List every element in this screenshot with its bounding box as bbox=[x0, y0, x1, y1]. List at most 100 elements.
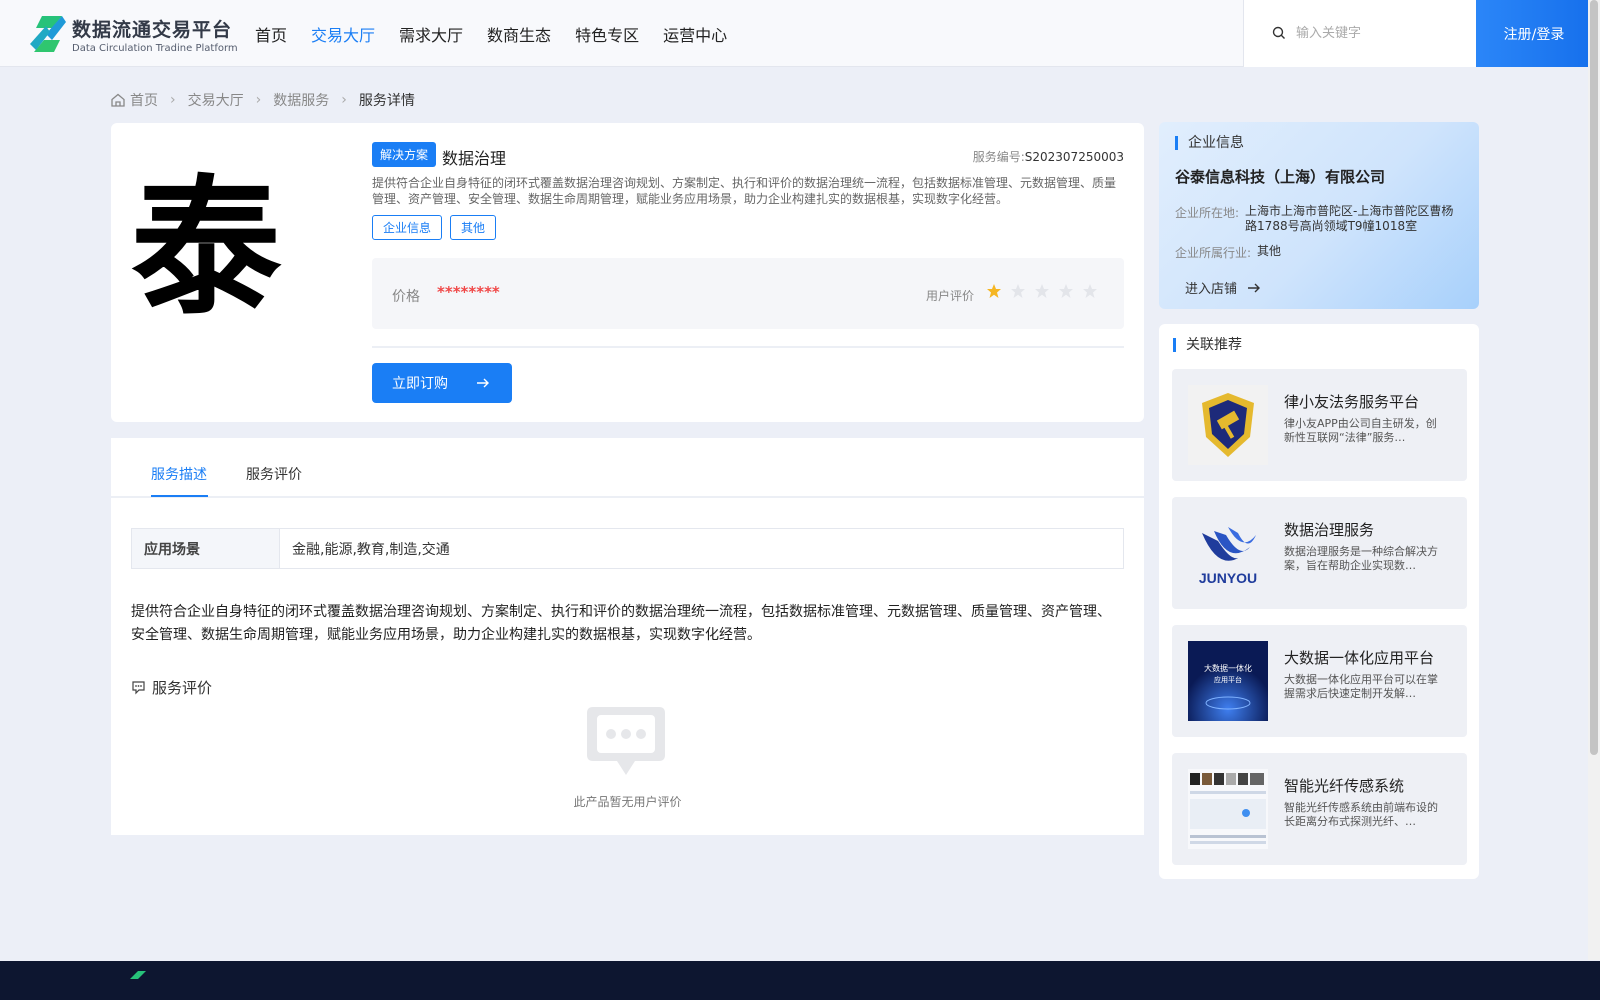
related-item[interactable]: 律小友法务服务平台 律小友APP由公司自主研发，创新性互联网“法律”服务… bbox=[1172, 369, 1467, 481]
enter-shop-label: 进入店铺 bbox=[1185, 282, 1238, 297]
logo-icon bbox=[30, 16, 66, 52]
chip-other[interactable]: 其他 bbox=[450, 215, 497, 240]
nav-demand-hall[interactable]: 需求大厅 bbox=[399, 22, 463, 46]
detail-tabs: 服务描述 服务评价 bbox=[111, 438, 1144, 498]
nav-featured-zone[interactable]: 特色专区 bbox=[575, 22, 639, 46]
scene-label: 应用场景 bbox=[132, 529, 280, 568]
big-data-image-line2: 应用平台 bbox=[1214, 675, 1242, 684]
related-item-title: 律小友法务服务平台 bbox=[1284, 393, 1420, 411]
rating-stars bbox=[986, 283, 1106, 299]
search-box bbox=[1243, 0, 1476, 67]
related-item-desc: 智能光纤传感系统由前端布设的长距离分布式探测光纤、… bbox=[1284, 801, 1438, 828]
related-item[interactable]: JUNYOU 数据治理服务 数据治理服务是一种综合解决方案，旨在帮助企业实现数… bbox=[1172, 497, 1467, 609]
related-item-title: 智能光纤传感系统 bbox=[1284, 777, 1405, 795]
order-now-button[interactable]: 立即订购 bbox=[372, 363, 512, 403]
comment-icon bbox=[132, 681, 145, 695]
breadcrumb-current: 服务详情 bbox=[358, 93, 415, 109]
junyou-logo-icon: JUNYOU bbox=[1199, 527, 1257, 586]
scene-value: 金融,能源,教育,制造,交通 bbox=[292, 541, 450, 558]
company-location-label: 企业所在地: bbox=[1175, 206, 1240, 220]
related-title: 关联推荐 bbox=[1173, 338, 1242, 352]
related-item-image bbox=[1188, 385, 1268, 465]
price-label: 价格 bbox=[392, 289, 420, 305]
product-chips: 企业信息 其他 bbox=[372, 215, 504, 240]
company-info-title: 企业信息 bbox=[1175, 136, 1244, 150]
empty-comment-icon bbox=[587, 707, 665, 775]
order-now-label: 立即订购 bbox=[392, 376, 448, 392]
service-number-value: S202307250003 bbox=[1024, 150, 1124, 164]
scrollbar-thumb[interactable] bbox=[1590, 0, 1598, 755]
arrow-right-icon bbox=[477, 378, 489, 388]
arrow-right-icon bbox=[1248, 283, 1261, 292]
product-card: 泰 解决方案 数据治理 服务编号:S202307250003 提供符合企业自身特… bbox=[111, 123, 1144, 422]
fiber-sensing-screenshot-image bbox=[1188, 769, 1268, 849]
logo-subtitle: Data Circulation Tradine Platform bbox=[72, 42, 238, 54]
service-number-label: 服务编号: bbox=[972, 150, 1025, 164]
related-recommendations: 关联推荐 律小友法务服务平台 律小友APP由公司自主研发，创新性互联网“法律”服… bbox=[1159, 324, 1479, 879]
rating-label: 用户评价 bbox=[926, 289, 975, 303]
breadcrumb-home[interactable]: 首页 bbox=[130, 90, 158, 110]
junyou-logo-text: JUNYOU bbox=[1199, 570, 1257, 586]
big-data-image-line1: 大数据一体化 bbox=[1204, 663, 1252, 673]
search-input[interactable] bbox=[1296, 20, 1466, 46]
related-item-title: 数据治理服务 bbox=[1284, 521, 1375, 539]
related-item[interactable]: 大数据一体化 应用平台 大数据一体化应用平台 大数据一体化应用平台可以在掌握需求… bbox=[1172, 625, 1467, 737]
breadcrumb: 首页 › 交易大厅 › 数据服务 › 服务详情 bbox=[110, 90, 415, 110]
logo-title: 数据流通交易平台 bbox=[72, 18, 233, 41]
company-location-row: 企业所在地: 上海市上海市普陀区-上海市普陀区曹杨路1788号高尚领域T9幢10… bbox=[1175, 204, 1461, 234]
star-icon[interactable] bbox=[986, 283, 1002, 299]
top-navigation-bar: 数据流通交易平台 Data Circulation Tradine Platfo… bbox=[0, 0, 1592, 67]
company-industry-value: 其他 bbox=[1257, 244, 1282, 258]
chevron-right-icon: › bbox=[341, 92, 347, 108]
company-industry-row: 企业所属行业: 其他 bbox=[1175, 244, 1473, 261]
product-name: 数据治理 bbox=[442, 149, 507, 168]
tab-service-description[interactable]: 服务描述 bbox=[151, 464, 207, 484]
empty-review-text: 此产品暂无用户评价 bbox=[573, 795, 682, 809]
star-icon[interactable] bbox=[1034, 283, 1050, 299]
nav-trading-hall[interactable]: 交易大厅 bbox=[311, 22, 375, 46]
star-icon[interactable] bbox=[1082, 283, 1098, 299]
related-item-title: 大数据一体化应用平台 bbox=[1284, 649, 1435, 667]
related-item-desc: 大数据一体化应用平台可以在掌握需求后快速定制开发解… bbox=[1284, 673, 1438, 700]
company-location-value: 上海市上海市普陀区-上海市普陀区曹杨路1788号高尚领域T9幢1018室 bbox=[1245, 204, 1454, 233]
nav-operation-center[interactable]: 运营中心 bbox=[663, 22, 727, 46]
related-item-image: 大数据一体化 应用平台 bbox=[1188, 641, 1268, 721]
detail-card: 服务描述 服务评价 应用场景 金融,能源,教育,制造,交通 提供符合企业自身特征… bbox=[111, 438, 1144, 835]
service-long-description: 提供符合企业自身特征的闭环式覆盖数据治理咨询规划、方案制定、执行和评价的数据治理… bbox=[131, 604, 1111, 643]
product-image: 泰 bbox=[131, 143, 353, 401]
related-item-desc: 数据治理服务是一种综合解决方案，旨在帮助企业实现数… bbox=[1284, 545, 1438, 572]
tab-service-reviews[interactable]: 服务评价 bbox=[246, 464, 302, 484]
shield-gavel-icon bbox=[1188, 385, 1268, 465]
company-name: 谷泰信息科技（上海）有限公司 bbox=[1175, 168, 1386, 186]
star-icon[interactable] bbox=[1010, 283, 1026, 299]
related-item[interactable]: 智能光纤传感系统 智能光纤传感系统由前端布设的长距离分布式探测光纤、… bbox=[1172, 753, 1467, 865]
company-info-card: 企业信息 谷泰信息科技（上海）有限公司 企业所在地: 上海市上海市普陀区-上海市… bbox=[1159, 122, 1479, 309]
chip-company-info[interactable]: 企业信息 bbox=[372, 215, 443, 240]
service-number: 服务编号:S202307250003 bbox=[973, 148, 1124, 165]
product-image-glyph: 泰 bbox=[131, 160, 282, 336]
page-scrollbar[interactable] bbox=[1588, 0, 1600, 960]
product-description: 提供符合企业自身特征的闭环式覆盖数据治理咨询规划、方案制定、执行和评价的数据治理… bbox=[372, 176, 1117, 206]
chevron-right-icon: › bbox=[170, 92, 176, 108]
related-item-desc: 律小友APP由公司自主研发，创新性互联网“法律”服务… bbox=[1284, 417, 1437, 444]
platform-logo[interactable]: 数据流通交易平台 Data Circulation Tradine Platfo… bbox=[28, 14, 238, 54]
company-industry-label: 企业所属行业: bbox=[1175, 246, 1252, 260]
breadcrumb-data-service[interactable]: 数据服务 bbox=[273, 90, 329, 110]
nav-ecosystem[interactable]: 数商生态 bbox=[487, 22, 551, 46]
related-item-image: JUNYOU bbox=[1188, 513, 1268, 593]
divider bbox=[372, 346, 1124, 348]
review-section-title: 服务评价 bbox=[131, 677, 212, 698]
enter-shop-link[interactable]: 进入店铺 bbox=[1185, 278, 1261, 297]
footer-logo-icon bbox=[130, 971, 146, 979]
solution-tag: 解决方案 bbox=[372, 142, 437, 167]
search-icon[interactable] bbox=[1272, 26, 1286, 40]
related-item-image bbox=[1188, 769, 1268, 849]
star-icon[interactable] bbox=[1058, 283, 1074, 299]
page-footer bbox=[0, 961, 1600, 1000]
application-scene-table: 应用场景 金融,能源,教育,制造,交通 bbox=[131, 528, 1124, 569]
price-value: ******** bbox=[437, 283, 500, 301]
price-box: 价格 ******** 用户评价 bbox=[372, 258, 1124, 329]
nav-home[interactable]: 首页 bbox=[255, 22, 287, 46]
breadcrumb-trading-hall[interactable]: 交易大厅 bbox=[188, 90, 244, 110]
login-register-button[interactable]: 注册/登录 bbox=[1476, 0, 1592, 67]
